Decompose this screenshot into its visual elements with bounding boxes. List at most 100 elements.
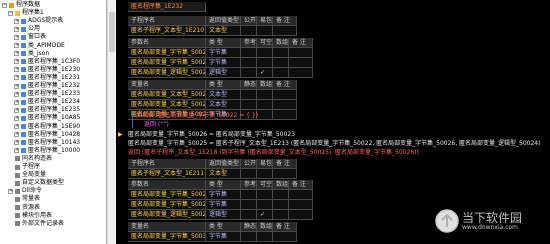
code-line[interactable]: 返回 (匿名子程序_文本型_1E218 (到字节集 (匿名局部变量_文本型_50… [128, 148, 419, 157]
tree-scrollbar[interactable] [107, 0, 116, 244]
tree-toggle-icon[interactable]: + [14, 75, 19, 81]
var-cell[interactable] [257, 90, 273, 100]
table-header-cell[interactable]: 参数名 [128, 180, 206, 190]
code-line[interactable]: 如果真 (匿名局部变量_字节集_50022 = { }) [136, 111, 258, 120]
table-header-cell[interactable]: 类 型 [206, 222, 241, 232]
subprogram-cell[interactable] [257, 26, 273, 36]
tree-item[interactable]: 子程序 [0, 163, 106, 171]
table-header-cell[interactable]: 公开 [241, 159, 257, 169]
table-header-cell[interactable]: 静态 [241, 222, 257, 232]
var-cell[interactable] [257, 232, 273, 242]
tree-toggle-icon[interactable]: + [14, 91, 19, 97]
tree-item[interactable]: − 程序集1 [0, 9, 106, 17]
table-header-cell[interactable]: 子程序名 [128, 16, 206, 26]
param-cell[interactable] [273, 68, 289, 78]
tree-toggle-icon[interactable]: + [14, 18, 19, 24]
tree-item[interactable]: + 窗口表 [0, 33, 106, 41]
param-cell[interactable]: 匿名局部变量_字节集_50023 [128, 58, 206, 68]
table-header-cell[interactable]: 类 型 [206, 38, 241, 48]
tree-toggle-icon[interactable]: + [14, 26, 19, 32]
var-cell[interactable] [273, 90, 297, 100]
tree-item[interactable]: + 匿名程序集_10143 [0, 139, 106, 147]
table-header-cell[interactable]: 类 型 [206, 80, 241, 90]
param-cell[interactable]: 字节集 [206, 58, 241, 68]
subprogram-cell[interactable]: 文本型 [206, 169, 241, 179]
var-cell[interactable] [241, 100, 257, 110]
table-header-cell[interactable]: 数组 [273, 180, 289, 190]
param-cell[interactable] [257, 190, 273, 200]
param-cell[interactable]: 字节集 [206, 190, 241, 200]
project-tree[interactable]: − 程序数据 − 程序集1 + ADGS提示表 + 公用 + 窗口表 + 类_APIMODE + 类_js… [0, 0, 107, 244]
var-cell[interactable]: 匿名局部变量_文本型_50026 [128, 100, 206, 110]
tree-item[interactable]: 全局变量 [0, 171, 106, 179]
param-cell[interactable]: 匿名局部变量_字节集_50027 [128, 190, 206, 200]
code-line[interactable]: 返回 (“”) [144, 120, 169, 129]
var-cell[interactable] [257, 110, 273, 120]
subprogram-cell[interactable]: 文本型 [206, 26, 241, 36]
tree-item[interactable]: + 匿名程序集_1E231 [0, 74, 106, 82]
var-cell[interactable] [273, 100, 297, 110]
param-cell[interactable]: 逻辑型 [206, 68, 241, 78]
table-header-cell[interactable]: 易包 [257, 159, 273, 169]
subprogram-cell[interactable] [257, 169, 273, 179]
table-header-cell[interactable]: 可空 [257, 38, 273, 48]
var-cell[interactable]: 匿名局部变量_文本型_50025 [128, 90, 206, 100]
param-cell[interactable] [289, 210, 313, 220]
var-cell[interactable]: 文本型 [206, 100, 241, 110]
tree-item[interactable]: 资源表 [0, 204, 106, 212]
var-cell[interactable] [241, 232, 257, 242]
tree-item[interactable]: + 类_json [0, 50, 106, 58]
subprogram-cell[interactable]: 匿名子程序_文本型_1E210 [128, 26, 206, 36]
param-cell[interactable] [273, 210, 289, 220]
param-cell[interactable] [241, 68, 257, 78]
table-header-cell[interactable]: 返回值类型 [206, 159, 241, 169]
param-cell[interactable] [273, 190, 289, 200]
tree-item[interactable]: + 匿名程序集_1E232 [0, 82, 106, 90]
tree-item[interactable]: + 匿名程序集_1E233 [0, 90, 106, 98]
subprogram-cell[interactable] [241, 26, 257, 36]
var-cell[interactable]: 匿名局部变量_字节集_50030 [128, 232, 206, 242]
tree-toggle-icon[interactable]: + [14, 148, 19, 154]
param-cell[interactable] [273, 200, 289, 210]
tree-toggle-icon[interactable]: + [14, 132, 19, 138]
param-cell[interactable]: 匿名局部变量_逻辑型_50024 [128, 68, 206, 78]
var-cell[interactable]: 文本型 [206, 90, 241, 100]
tree-toggle-icon[interactable]: + [14, 124, 19, 129]
tree-toggle-icon[interactable]: + [14, 115, 19, 121]
scrollbar-thumb[interactable] [109, 12, 115, 52]
table-header-cell[interactable]: 备 注 [273, 80, 297, 90]
param-cell[interactable] [257, 58, 273, 68]
param-cell[interactable] [273, 48, 289, 58]
tree-item[interactable]: 模块引用表 [0, 212, 106, 220]
table-header-cell[interactable]: 子程序名 [128, 159, 206, 169]
subprogram-cell[interactable] [273, 26, 297, 36]
subprogram-cell[interactable] [241, 169, 257, 179]
tree-item[interactable]: + 公用 [0, 25, 106, 33]
table-header-cell[interactable]: 易包 [257, 16, 273, 26]
param-cell[interactable] [273, 58, 289, 68]
tree-toggle-icon[interactable]: + [14, 99, 19, 105]
code-line[interactable]: 匿名局部变量_字节集_50025 = 匿名子程序_文本型_1E213 (匿名局部… [128, 139, 540, 148]
table-header-cell[interactable]: 变量名 [128, 222, 206, 232]
table-header-cell[interactable]: 备 注 [273, 16, 297, 26]
assembly-name-cell[interactable]: 匿名程序集_1E232 [128, 2, 206, 12]
tree-item[interactable]: + 匿名程序集_10000 [0, 147, 106, 155]
param-cell[interactable] [257, 48, 273, 58]
table-header-cell[interactable]: 备 注 [273, 222, 297, 232]
tree-toggle-icon[interactable]: + [14, 43, 19, 48]
tree-toggle-icon[interactable]: + [14, 34, 19, 40]
tree-toggle-icon[interactable]: + [8, 188, 13, 194]
param-cell[interactable] [289, 190, 313, 200]
table-header-cell[interactable]: 数组 [273, 38, 289, 48]
table-header-cell[interactable]: 静态 [241, 80, 257, 90]
table-header-cell[interactable]: 可空 [257, 180, 273, 190]
param-cell[interactable] [241, 48, 257, 58]
tree-toggle-icon[interactable]: + [14, 107, 19, 113]
tree-toggle-icon[interactable]: + [14, 67, 19, 73]
table-header-cell[interactable]: 参数名 [128, 38, 206, 48]
param-cell[interactable] [241, 210, 257, 220]
subprogram-cell[interactable] [273, 169, 297, 179]
tree-item[interactable]: 自定义数据类型 [0, 179, 106, 187]
tree-item[interactable]: + ADGS提示表 [0, 17, 106, 25]
table-header-cell[interactable]: 备 注 [273, 159, 297, 169]
